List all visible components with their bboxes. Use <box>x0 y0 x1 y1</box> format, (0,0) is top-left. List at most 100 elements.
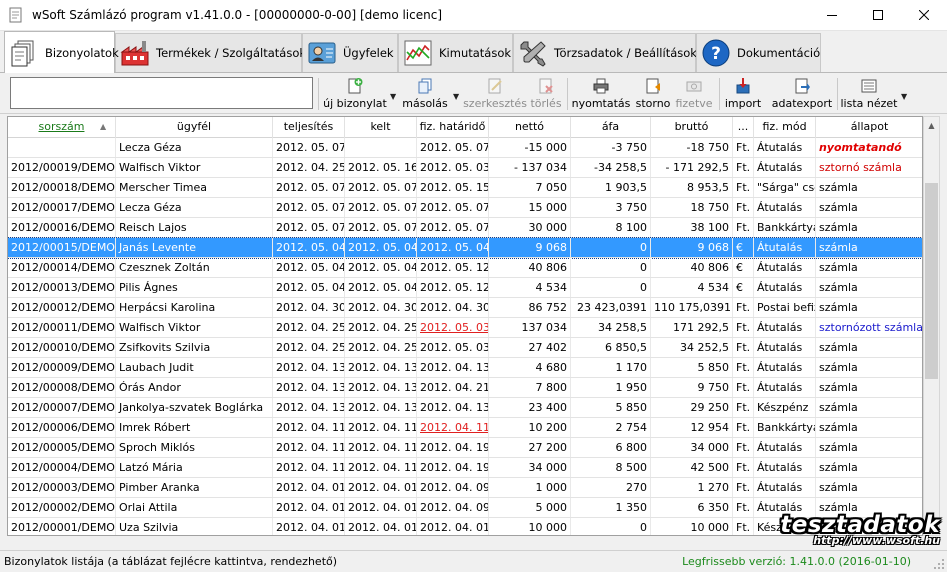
cell-afa: 1 903,5 <box>571 178 651 197</box>
minimize-button[interactable] <box>809 0 855 30</box>
cell-sorszam: 2012/00008/DEMO <box>8 378 116 397</box>
table-row[interactable]: 2012/00008/DEMO Órás Andor 2012. 04. 13. 20… <box>8 378 922 398</box>
export-button[interactable]: adatexport <box>770 74 834 114</box>
cell-ugyfel: Walfisch Viktor <box>116 318 273 337</box>
cell-ugyfel: Janás Levente <box>116 238 273 257</box>
delete-button[interactable]: törlés <box>528 74 564 114</box>
tab-torzsadatok[interactable]: Törzsadatok / Beállítások <box>513 33 697 72</box>
cell-allapot: számla <box>816 278 922 297</box>
table-row[interactable]: 2012/00011/DEMO Walfisch Viktor 2012. 04. … <box>8 318 922 338</box>
cell-sorszam: 2012/00019/DEMO <box>8 158 116 177</box>
table-row[interactable]: 2012/00004/DEMO Latzó Mária 2012. 04. 11. 2… <box>8 458 922 478</box>
table-row[interactable]: Lecza Géza 2012. 05. 07. 2012. 05. 07. -15 … <box>8 138 922 158</box>
cell-afa: 0 <box>571 278 651 297</box>
table-row[interactable]: 2012/00017/DEMO Lecza Géza 2012. 05. 07. 20… <box>8 198 922 218</box>
column-header-allapot[interactable]: állapot <box>816 117 922 138</box>
cell-kelt <box>345 138 417 157</box>
cell-sorszam: 2012/00004/DEMO <box>8 458 116 477</box>
factory-icon <box>120 41 149 66</box>
column-header-hatarido[interactable]: fiz. határidő <box>417 117 489 138</box>
cell-kelt: 2012. 04. 11. <box>345 458 417 477</box>
cell-fizmod: Átutalás <box>754 358 816 377</box>
scroll-up-icon[interactable]: ▲ <box>924 117 939 134</box>
cell-allapot: számla <box>816 258 922 277</box>
copy-button[interactable]: másolás <box>401 74 449 114</box>
new-document-dropdown-icon[interactable]: ▼ <box>390 92 396 101</box>
storno-button[interactable]: storno <box>634 74 672 114</box>
cash-icon <box>686 81 702 92</box>
cell-netto: -15 000 <box>489 138 571 157</box>
tab-kimutatasok[interactable]: Kimutatások <box>398 33 513 72</box>
cell-sorszam: 2012/00005/DEMO <box>8 438 116 457</box>
cell-brutto: 6 350 <box>651 498 733 517</box>
new-document-button[interactable]: új bizonylat <box>322 74 388 114</box>
invoice-table[interactable]: sorszám ▲ ügyfél teljesítés kelt fiz. hat… <box>7 116 923 536</box>
table-row[interactable]: 2012/00013/DEMO Pilis Ágnes 2012. 05. 04. 2… <box>8 278 922 298</box>
print-button[interactable]: nyomtatás <box>570 74 632 114</box>
column-header-currency[interactable]: ... <box>733 117 754 138</box>
contact-card-icon <box>308 42 336 64</box>
cell-ugyfel: Jankolya-szvatek Boglárka <box>116 398 273 417</box>
cell-kelt: 2012. 05. 04. <box>345 278 417 297</box>
scrollbar-thumb[interactable] <box>925 183 938 379</box>
tab-ugyfelek[interactable]: Ügyfelek <box>302 33 398 72</box>
table-row-selected[interactable]: 2012/00015/DEMO Janás Levente 2012. 05. 04… <box>8 237 922 259</box>
status-text: Bizonylatok listája (a táblázat fejlécre… <box>4 555 338 568</box>
cell-fizmod: Átutalás <box>754 138 816 157</box>
toolbar-separator <box>567 78 568 110</box>
search-input[interactable] <box>10 77 313 109</box>
table-row[interactable]: 2012/00016/DEMO Reisch Lajos 2012. 05. 07.… <box>8 218 922 238</box>
cell-brutto: 12 954 <box>651 418 733 437</box>
documents-stack-icon <box>11 40 34 66</box>
svg-text:?: ? <box>711 44 721 64</box>
cell-currency: Ft. <box>733 478 754 497</box>
cell-hatarido: 2012. 04. 13. <box>417 398 489 417</box>
list-view-button[interactable]: lista nézet <box>840 74 898 114</box>
table-row[interactable]: 2012/00019/DEMO Walfisch Viktor 2012. 04. … <box>8 158 922 178</box>
table-row[interactable]: 2012/00003/DEMO Pimber Aranka 2012. 04. 01… <box>8 478 922 498</box>
cell-netto: 40 806 <box>489 258 571 277</box>
cell-allapot: számla <box>816 378 922 397</box>
cell-allapot: számla <box>816 338 922 357</box>
column-header-afa[interactable]: áfa <box>571 117 651 138</box>
column-header-sorszam[interactable]: sorszám ▲ <box>8 117 116 138</box>
table-row[interactable]: 2012/00012/DEMO Herpácsi Karolina 2012. 04… <box>8 298 922 318</box>
maximize-button[interactable] <box>855 0 901 30</box>
table-row[interactable]: 2012/00006/DEMO Imrek Róbert 2012. 04. 11.… <box>8 418 922 438</box>
column-header-teljesites[interactable]: teljesítés <box>273 117 345 138</box>
tab-bizonylatok[interactable]: Bizonyolatok <box>4 31 119 73</box>
column-header-fizmod[interactable]: fiz. mód <box>754 117 816 138</box>
column-header-ugyfel[interactable]: ügyfél <box>116 117 273 138</box>
column-header-netto[interactable]: nettó <box>489 117 571 138</box>
cell-kelt: 2012. 05. 16. <box>345 158 417 177</box>
table-row[interactable]: 2012/00007/DEMO Jankolya-szvatek Boglárka… <box>8 398 922 418</box>
tab-dokumentacio[interactable]: ? Dokumentáció <box>696 33 821 72</box>
cell-afa: 2 754 <box>571 418 651 437</box>
table-header: sorszám ▲ ügyfél teljesítés kelt fiz. hat… <box>8 117 922 138</box>
table-row[interactable]: 2012/00014/DEMO Czesznek Zoltán 2012. 05. … <box>8 258 922 278</box>
cell-hatarido: 2012. 04. 30. <box>417 298 489 317</box>
cell-hatarido: 2012. 05. 12. <box>417 258 489 277</box>
cell-teljesites: 2012. 05. 07. <box>273 218 345 237</box>
resize-grip-icon[interactable] <box>933 558 945 570</box>
column-header-kelt[interactable]: kelt <box>345 117 417 138</box>
cell-sorszam: 2012/00018/DEMO <box>8 178 116 197</box>
cell-hatarido: 2012. 05. 07. <box>417 218 489 237</box>
close-button[interactable] <box>901 0 947 30</box>
column-header-brutto[interactable]: bruttó <box>651 117 733 138</box>
cell-allapot: számla <box>816 458 922 477</box>
table-row[interactable]: 2012/00018/DEMO Merscher Timea 2012. 05. 0… <box>8 178 922 198</box>
close-icon <box>919 10 929 20</box>
table-row[interactable]: 2012/00009/DEMO Laubach Judit 2012. 04. 13… <box>8 358 922 378</box>
cell-sorszam: 2012/00006/DEMO <box>8 418 116 437</box>
list-view-dropdown-icon[interactable]: ▼ <box>901 92 907 101</box>
tab-termekek[interactable]: Termékek / Szolgáltatások <box>115 33 306 72</box>
table-row[interactable]: 2012/00010/DEMO Zsifkovits Szilvia 2012. 0… <box>8 338 922 358</box>
import-button[interactable]: import <box>722 74 764 114</box>
paid-button[interactable]: fizetve <box>675 74 713 114</box>
copy-dropdown-icon[interactable]: ▼ <box>453 92 459 101</box>
table-row[interactable]: 2012/00005/DEMO Sproch Miklós 2012. 04. 11… <box>8 438 922 458</box>
edit-button[interactable]: szerkesztés <box>463 74 527 114</box>
vertical-scrollbar[interactable]: ▲ ▼ <box>923 116 940 536</box>
cell-netto: 137 034 <box>489 318 571 337</box>
